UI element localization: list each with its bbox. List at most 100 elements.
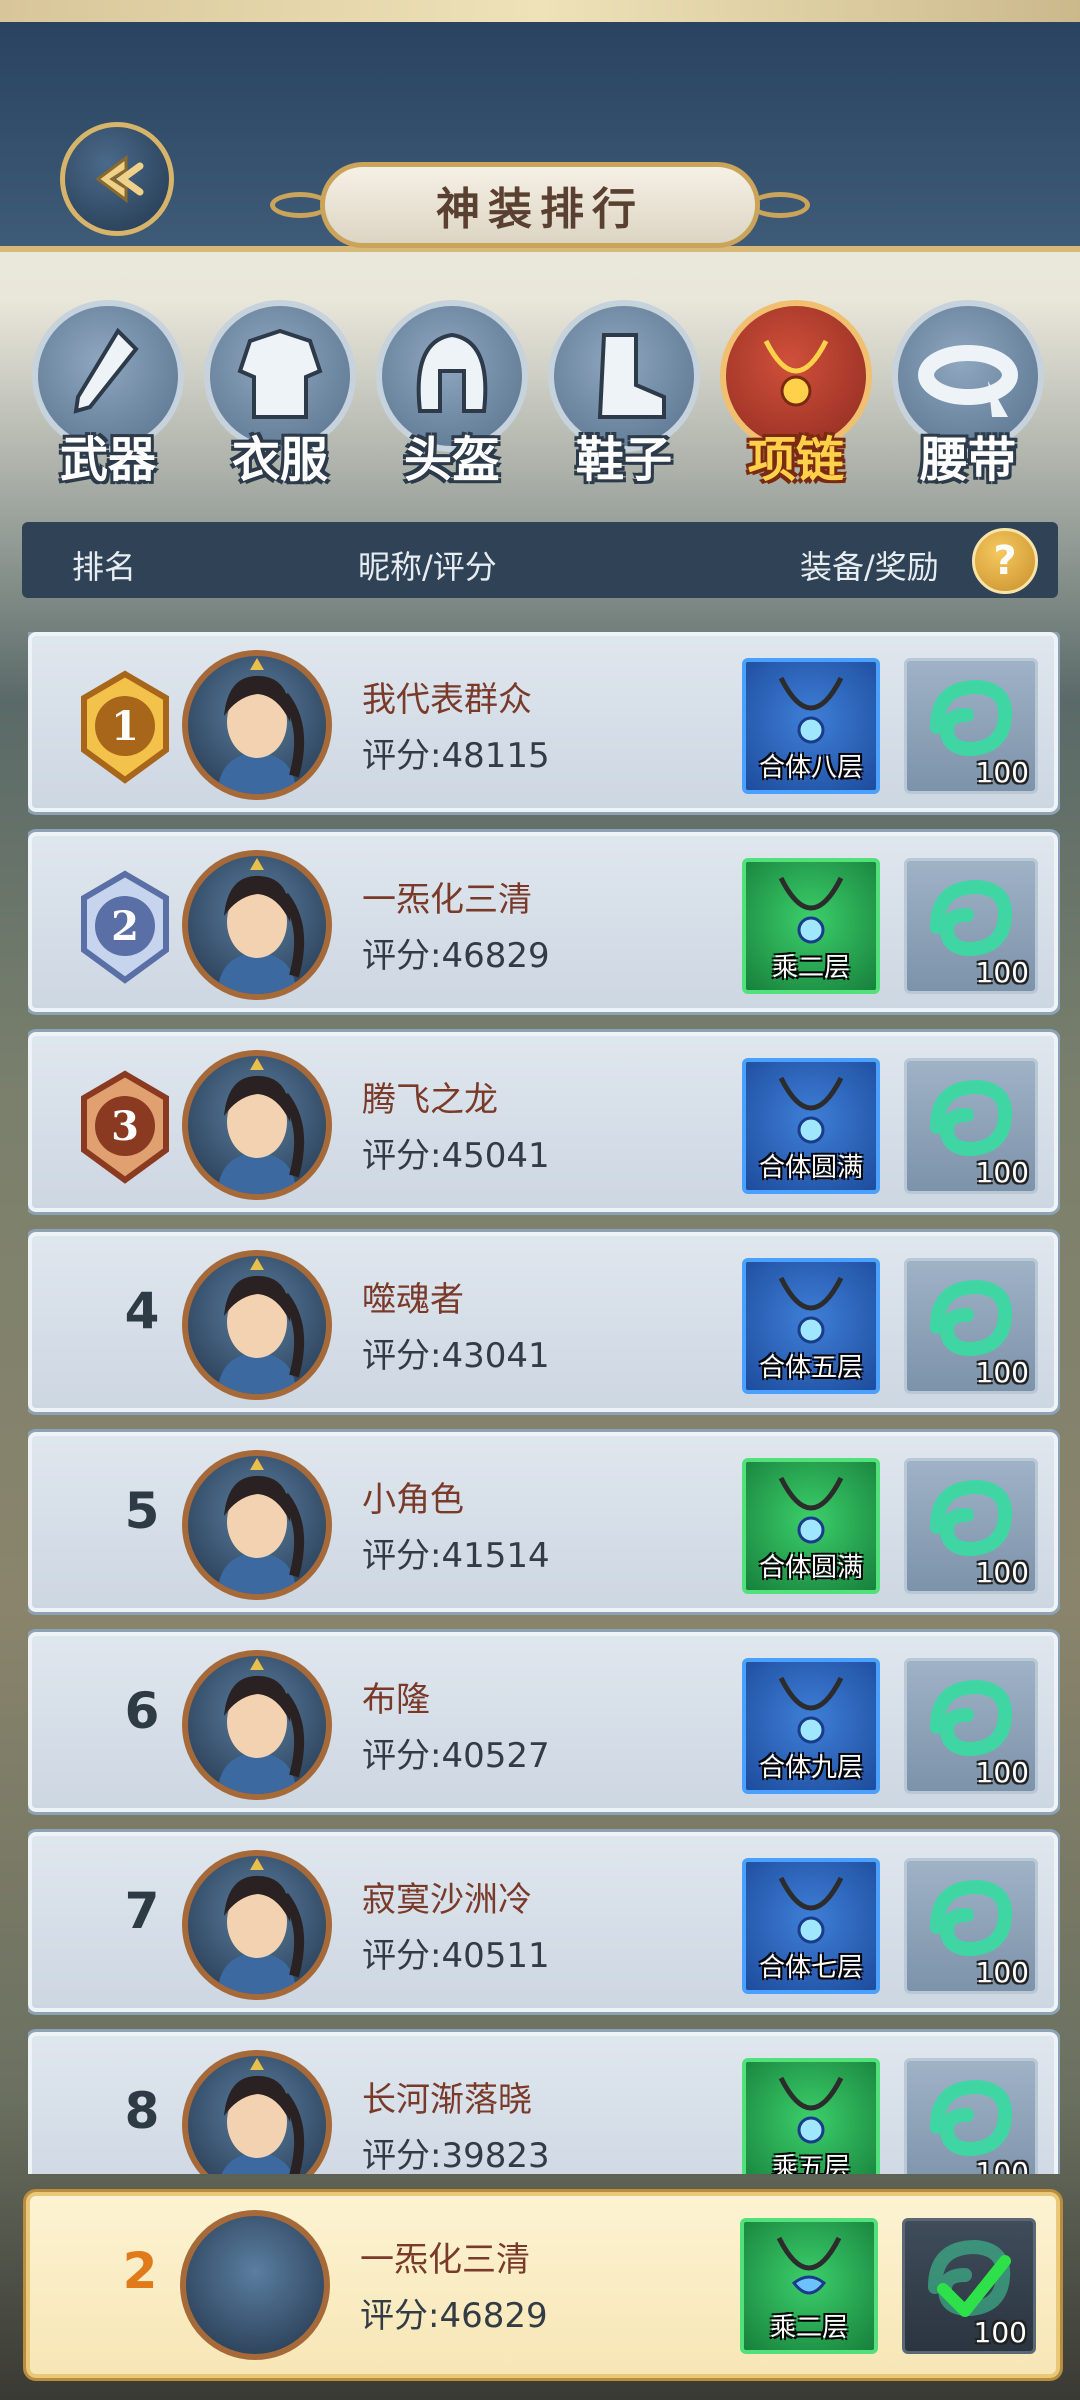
tab-armor[interactable]: 衣服 (200, 300, 360, 500)
tab-sword[interactable]: 武器 (28, 300, 188, 500)
tab-label: 头盔 (403, 432, 500, 488)
reward-slot[interactable]: 100 (904, 1458, 1038, 1594)
equipment-slot[interactable]: 合体圆满 (742, 1458, 880, 1594)
reward-slot[interactable]: 100 (904, 1258, 1038, 1394)
avatar-portrait-icon (218, 1658, 305, 1794)
player-score: 评分:46829 (362, 936, 550, 976)
equipment-slot[interactable]: 合体圆满 (742, 1058, 880, 1194)
avatar[interactable] (182, 1250, 332, 1400)
player-score: 评分:40511 (362, 1936, 550, 1976)
avatar[interactable] (182, 1050, 332, 1200)
tab-label: 鞋子 (575, 432, 672, 488)
player-score: 评分:46829 (360, 2296, 548, 2336)
help-button[interactable]: ? (972, 528, 1038, 594)
player-name: 布隆 (362, 1680, 430, 1720)
sword-icon (73, 327, 139, 414)
player-name: 噬魂者 (362, 1280, 464, 1320)
equipment-slot[interactable]: 合体八层 (742, 658, 880, 794)
reward-slot[interactable]: 100 (904, 1058, 1038, 1194)
tab-boot[interactable]: 鞋子 (544, 300, 704, 500)
table-row[interactable]: 2 一炁化三清 评分:46829 乘二层 100 (28, 832, 1058, 1012)
equipment-slot[interactable]: 乘五层 (742, 2058, 880, 2174)
boot-icon (597, 333, 666, 419)
equipment-label: 乘五层 (771, 2153, 850, 2174)
belt-icon (918, 345, 1018, 417)
reward-count: 100 (975, 2156, 1029, 2174)
player-score: 评分:48115 (362, 736, 550, 776)
table-row[interactable]: 4 噬魂者 评分:43041 合体五层 100 (28, 1232, 1058, 1412)
avatar-portrait-icon (218, 1058, 305, 1194)
page-title: 神装排行 (320, 162, 760, 248)
equipment-tabs: 武器 衣服 头盔 鞋子 项链 腰带 (0, 290, 1080, 490)
avatar-portrait-icon (218, 658, 305, 794)
bronze-medal-icon: 3 (81, 1070, 169, 1184)
table-row[interactable]: 1 我代表群众评分:48115 合体八层 100 (28, 632, 1058, 812)
back-button[interactable] (60, 122, 174, 236)
player-name: 长河渐落晓 (362, 2080, 532, 2120)
player-score: 评分:39823 (362, 2136, 550, 2174)
player-name: 腾飞之龙 (362, 1080, 498, 1120)
rank-number: 3 (111, 1103, 139, 1150)
reward-count: 100 (975, 1756, 1029, 1789)
reward-slot[interactable]: 100 (902, 2218, 1036, 2354)
ranking-list[interactable]: 1 我代表群众 评分:48115 合体八层 100 2 一炁化三清 评分:46829 乘二层 10… (28, 632, 1060, 2174)
reward-count: 100 (975, 956, 1029, 989)
equipment-label: 合体七层 (758, 1953, 863, 1983)
player-score: 评分:41514 (362, 1536, 550, 1576)
tab-belt[interactable]: 腰带 (888, 300, 1048, 500)
gold-medal-icon: 1 (81, 670, 169, 784)
equipment-label: 合体九层 (758, 1753, 863, 1783)
avatar-portrait-icon (218, 1258, 305, 1394)
reward-slot[interactable]: 100 (904, 658, 1038, 794)
rank-number: 1 (111, 703, 139, 750)
equipment-slot[interactable]: 合体七层 (742, 1858, 880, 1994)
table-row[interactable]: 5 小角色 评分:41514 合体圆满 100 (28, 1432, 1058, 1612)
reward-slot[interactable]: 100 (904, 1858, 1038, 1994)
tab-helmet[interactable]: 头盔 (372, 300, 532, 500)
tab-label: 项链 (747, 432, 844, 488)
equipment-label: 合体圆满 (758, 1553, 863, 1583)
equipment-label: 合体五层 (758, 1353, 863, 1383)
avatar-portrait-icon (218, 1858, 305, 1994)
helmet-icon (416, 332, 488, 413)
necklace-icon (763, 339, 829, 407)
avatar[interactable] (180, 2210, 330, 2360)
equipment-slot[interactable]: 合体九层 (742, 1658, 880, 1794)
avatar-portrait-icon (221, 2058, 305, 2174)
avatar[interactable] (182, 650, 332, 800)
header-bar: 神装排行 (0, 22, 1080, 252)
top-decor-strip (0, 0, 1080, 22)
reward-slot[interactable]: 100 (904, 1658, 1038, 1794)
tab-necklace[interactable]: 项链 (716, 300, 876, 500)
table-row[interactable]: 8 长河渐落晓 评分:39823 乘五层 100 (28, 2032, 1058, 2174)
avatar-portrait-icon (218, 1458, 305, 1594)
table-row[interactable]: 3 腾飞之龙 评分:45041 合体圆满 100 (28, 1032, 1058, 1212)
check-icon (937, 2255, 1011, 2317)
my-rank-row[interactable]: 2 一炁化三清 评分:46829 乘二层 100 (26, 2192, 1060, 2378)
tab-label: 衣服 (231, 432, 328, 488)
avatar[interactable] (182, 1650, 332, 1800)
player-name: 我代表群众 (362, 680, 532, 720)
reward-slot[interactable]: 100 (904, 2058, 1038, 2174)
table-row[interactable]: 7 寂寞沙洲冷 评分:40511 合体七层 100 (28, 1832, 1058, 2012)
reward-slot[interactable]: 100 (904, 858, 1038, 994)
reward-count: 100 (975, 1156, 1029, 1189)
table-row[interactable]: 6 布隆 评分:40527 合体九层 100 (28, 1632, 1058, 1812)
reward-count: 100 (975, 1356, 1029, 1389)
column-equip-reward: 装备/奖励 (800, 548, 939, 586)
avatar[interactable] (182, 1450, 332, 1600)
player-name: 寂寞沙洲冷 (362, 1880, 532, 1920)
rank-number: 2 (111, 903, 139, 950)
column-name-score: 昵称/评分 (358, 548, 497, 586)
equipment-slot[interactable]: 合体五层 (742, 1258, 880, 1394)
avatar[interactable] (182, 2050, 332, 2174)
tab-label: 武器 (59, 432, 156, 488)
armor-icon (237, 328, 323, 419)
equipment-slot[interactable]: 乘二层 (740, 2218, 878, 2354)
equipment-label: 合体八层 (758, 753, 863, 783)
equipment-slot[interactable]: 乘二层 (742, 858, 880, 994)
avatar[interactable] (182, 1850, 332, 2000)
avatar[interactable] (182, 850, 332, 1000)
reward-count: 100 (975, 1956, 1029, 1989)
reward-count: 100 (975, 756, 1029, 789)
